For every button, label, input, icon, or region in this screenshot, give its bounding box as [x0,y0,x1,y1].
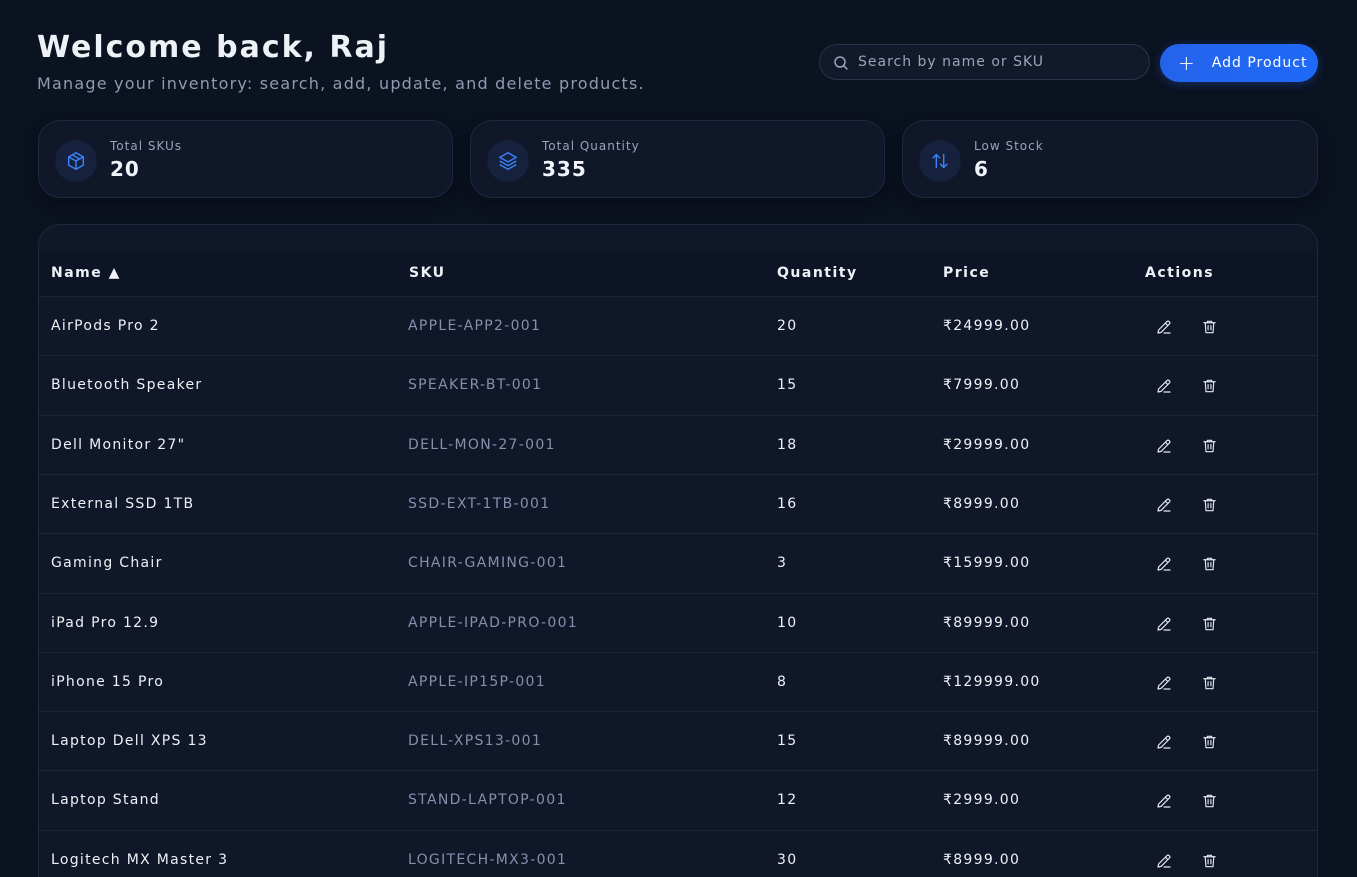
cell-name: Dell Monitor 27" [51,436,186,453]
table-row: Logitech MX Master 3 LOGITECH-MX3-001 30 ₹8… [39,829,1317,877]
cell-sku: SPEAKER-BT-001 [408,377,543,394]
edit-icon[interactable] [1153,731,1175,753]
cell-name: Gaming Chair [51,555,163,572]
cell-sku: APPLE-APP2-001 [408,318,542,334]
stat-card-total-skus: Total SKUs 20 [38,120,453,198]
edit-icon[interactable] [1153,494,1175,516]
cell-price: ₹89999.00 [943,614,1031,631]
cell-name: Laptop Dell XPS 13 [51,733,208,750]
column-header-sku[interactable]: SKU [409,265,446,281]
trash-icon[interactable] [1198,316,1220,338]
inventory-dashboard: Welcome back, Raj Manage your inventory:… [0,0,1357,877]
column-header-quantity[interactable]: Quantity [777,265,858,281]
cell-quantity: 18 [777,436,798,453]
cell-price: ₹89999.00 [943,733,1031,750]
edit-icon[interactable] [1153,850,1175,872]
stat-label: Total Quantity [542,139,640,153]
cell-quantity: 12 [777,792,798,809]
cell-price: ₹29999.00 [943,436,1031,453]
search-box[interactable] [819,44,1150,80]
table-row: Bluetooth Speaker SPEAKER-BT-001 15 ₹7999.0… [39,355,1317,414]
cell-name: External SSD 1TB [51,495,195,512]
stat-label: Total SKUs [110,139,183,153]
column-header-name[interactable]: Name ▲ [51,265,121,281]
table-row: Laptop Dell XPS 13 DELL-XPS13-001 15 ₹89999… [39,711,1317,770]
cell-name: iPhone 15 Pro [51,673,165,690]
cell-quantity: 10 [777,614,798,631]
edit-icon[interactable] [1153,435,1175,457]
edit-icon[interactable] [1153,316,1175,338]
cell-price: ₹8999.00 [943,495,1021,512]
cell-sku: DELL-MON-27-001 [408,436,556,453]
edit-icon[interactable] [1153,613,1175,635]
stat-value: 20 [110,157,140,181]
page-subtitle: Manage your inventory: search, add, upda… [37,74,645,93]
cell-quantity: 8 [777,673,788,690]
cell-quantity: 15 [777,733,798,750]
cell-name: AirPods Pro 2 [51,318,160,334]
trash-icon[interactable] [1198,553,1220,575]
table-row: AirPods Pro 2 APPLE-APP2-001 20 ₹24999.00 [39,296,1317,355]
edit-icon[interactable] [1153,672,1175,694]
column-header-price[interactable]: Price [943,265,990,281]
cell-sku: APPLE-IP15P-001 [408,673,546,690]
trash-icon[interactable] [1198,375,1220,397]
cell-name: iPad Pro 12.9 [51,614,160,631]
sort-arrows-icon [919,140,961,182]
cell-quantity: 3 [777,555,788,572]
cell-price: ₹15999.00 [943,555,1031,572]
add-product-button[interactable]: + Add Product [1160,44,1318,82]
column-header-actions: Actions [1145,265,1215,281]
table-row: Dell Monitor 27" DELL-MON-27-001 18 ₹29999.… [39,414,1317,474]
stat-label: Low Stock [974,139,1044,153]
cell-quantity: 30 [777,851,798,868]
cell-sku: CHAIR-GAMING-001 [408,555,568,572]
table-row: Laptop Stand STAND-LAPTOP-001 12 ₹2999.00 [39,770,1317,829]
cell-price: ₹24999.00 [943,318,1031,334]
search-icon [834,56,848,70]
edit-icon[interactable] [1153,375,1175,397]
products-table: Name ▲ SKU Quantity Price Actions AirPod… [38,224,1318,877]
cell-price: ₹129999.00 [943,673,1041,690]
table-row: iPhone 15 Pro APPLE-IP15P-001 8 ₹129999.00 [39,651,1317,711]
cell-price: ₹2999.00 [943,792,1021,809]
cell-price: ₹8999.00 [943,851,1021,868]
page-title: Welcome back, Raj [37,30,390,65]
table-row: Gaming Chair CHAIR-GAMING-001 3 ₹15999.00 [39,533,1317,592]
cell-quantity: 16 [777,495,798,512]
edit-icon[interactable] [1153,553,1175,575]
cell-sku: APPLE-IPAD-PRO-001 [408,614,578,631]
trash-icon[interactable] [1198,494,1220,516]
stat-card-total-quantity: Total Quantity 335 [470,120,885,198]
cell-quantity: 20 [777,318,798,334]
stat-value: 6 [974,157,989,181]
cell-sku: LOGITECH-MX3-001 [408,851,568,868]
edit-icon[interactable] [1153,790,1175,812]
cell-sku: STAND-LAPTOP-001 [408,792,567,809]
layers-icon [487,140,529,182]
trash-icon[interactable] [1198,435,1220,457]
stat-card-low-stock: Low Stock 6 [902,120,1318,198]
table-header: Name ▲ SKU Quantity Price Actions [39,250,1317,296]
stat-value: 335 [542,157,587,181]
cell-sku: DELL-XPS13-001 [408,733,543,750]
add-product-label: Add Product [1211,55,1308,71]
trash-icon[interactable] [1198,790,1220,812]
cell-name: Logitech MX Master 3 [51,851,229,868]
trash-icon[interactable] [1198,672,1220,694]
cell-quantity: 15 [777,377,798,394]
cell-sku: SSD-EXT-1TB-001 [408,495,551,512]
trash-icon[interactable] [1198,850,1220,872]
trash-icon[interactable] [1198,731,1220,753]
box-icon [55,140,97,182]
plus-icon: + [1178,51,1196,75]
table-row: External SSD 1TB SSD-EXT-1TB-001 16 ₹8999.0… [39,473,1317,533]
cell-name: Bluetooth Speaker [51,377,203,394]
cell-name: Laptop Stand [51,792,160,809]
trash-icon[interactable] [1198,613,1220,635]
cell-price: ₹7999.00 [943,377,1021,394]
search-input[interactable] [858,45,1138,79]
table-row: iPad Pro 12.9 APPLE-IPAD-PRO-001 10 ₹89999.… [39,592,1317,652]
